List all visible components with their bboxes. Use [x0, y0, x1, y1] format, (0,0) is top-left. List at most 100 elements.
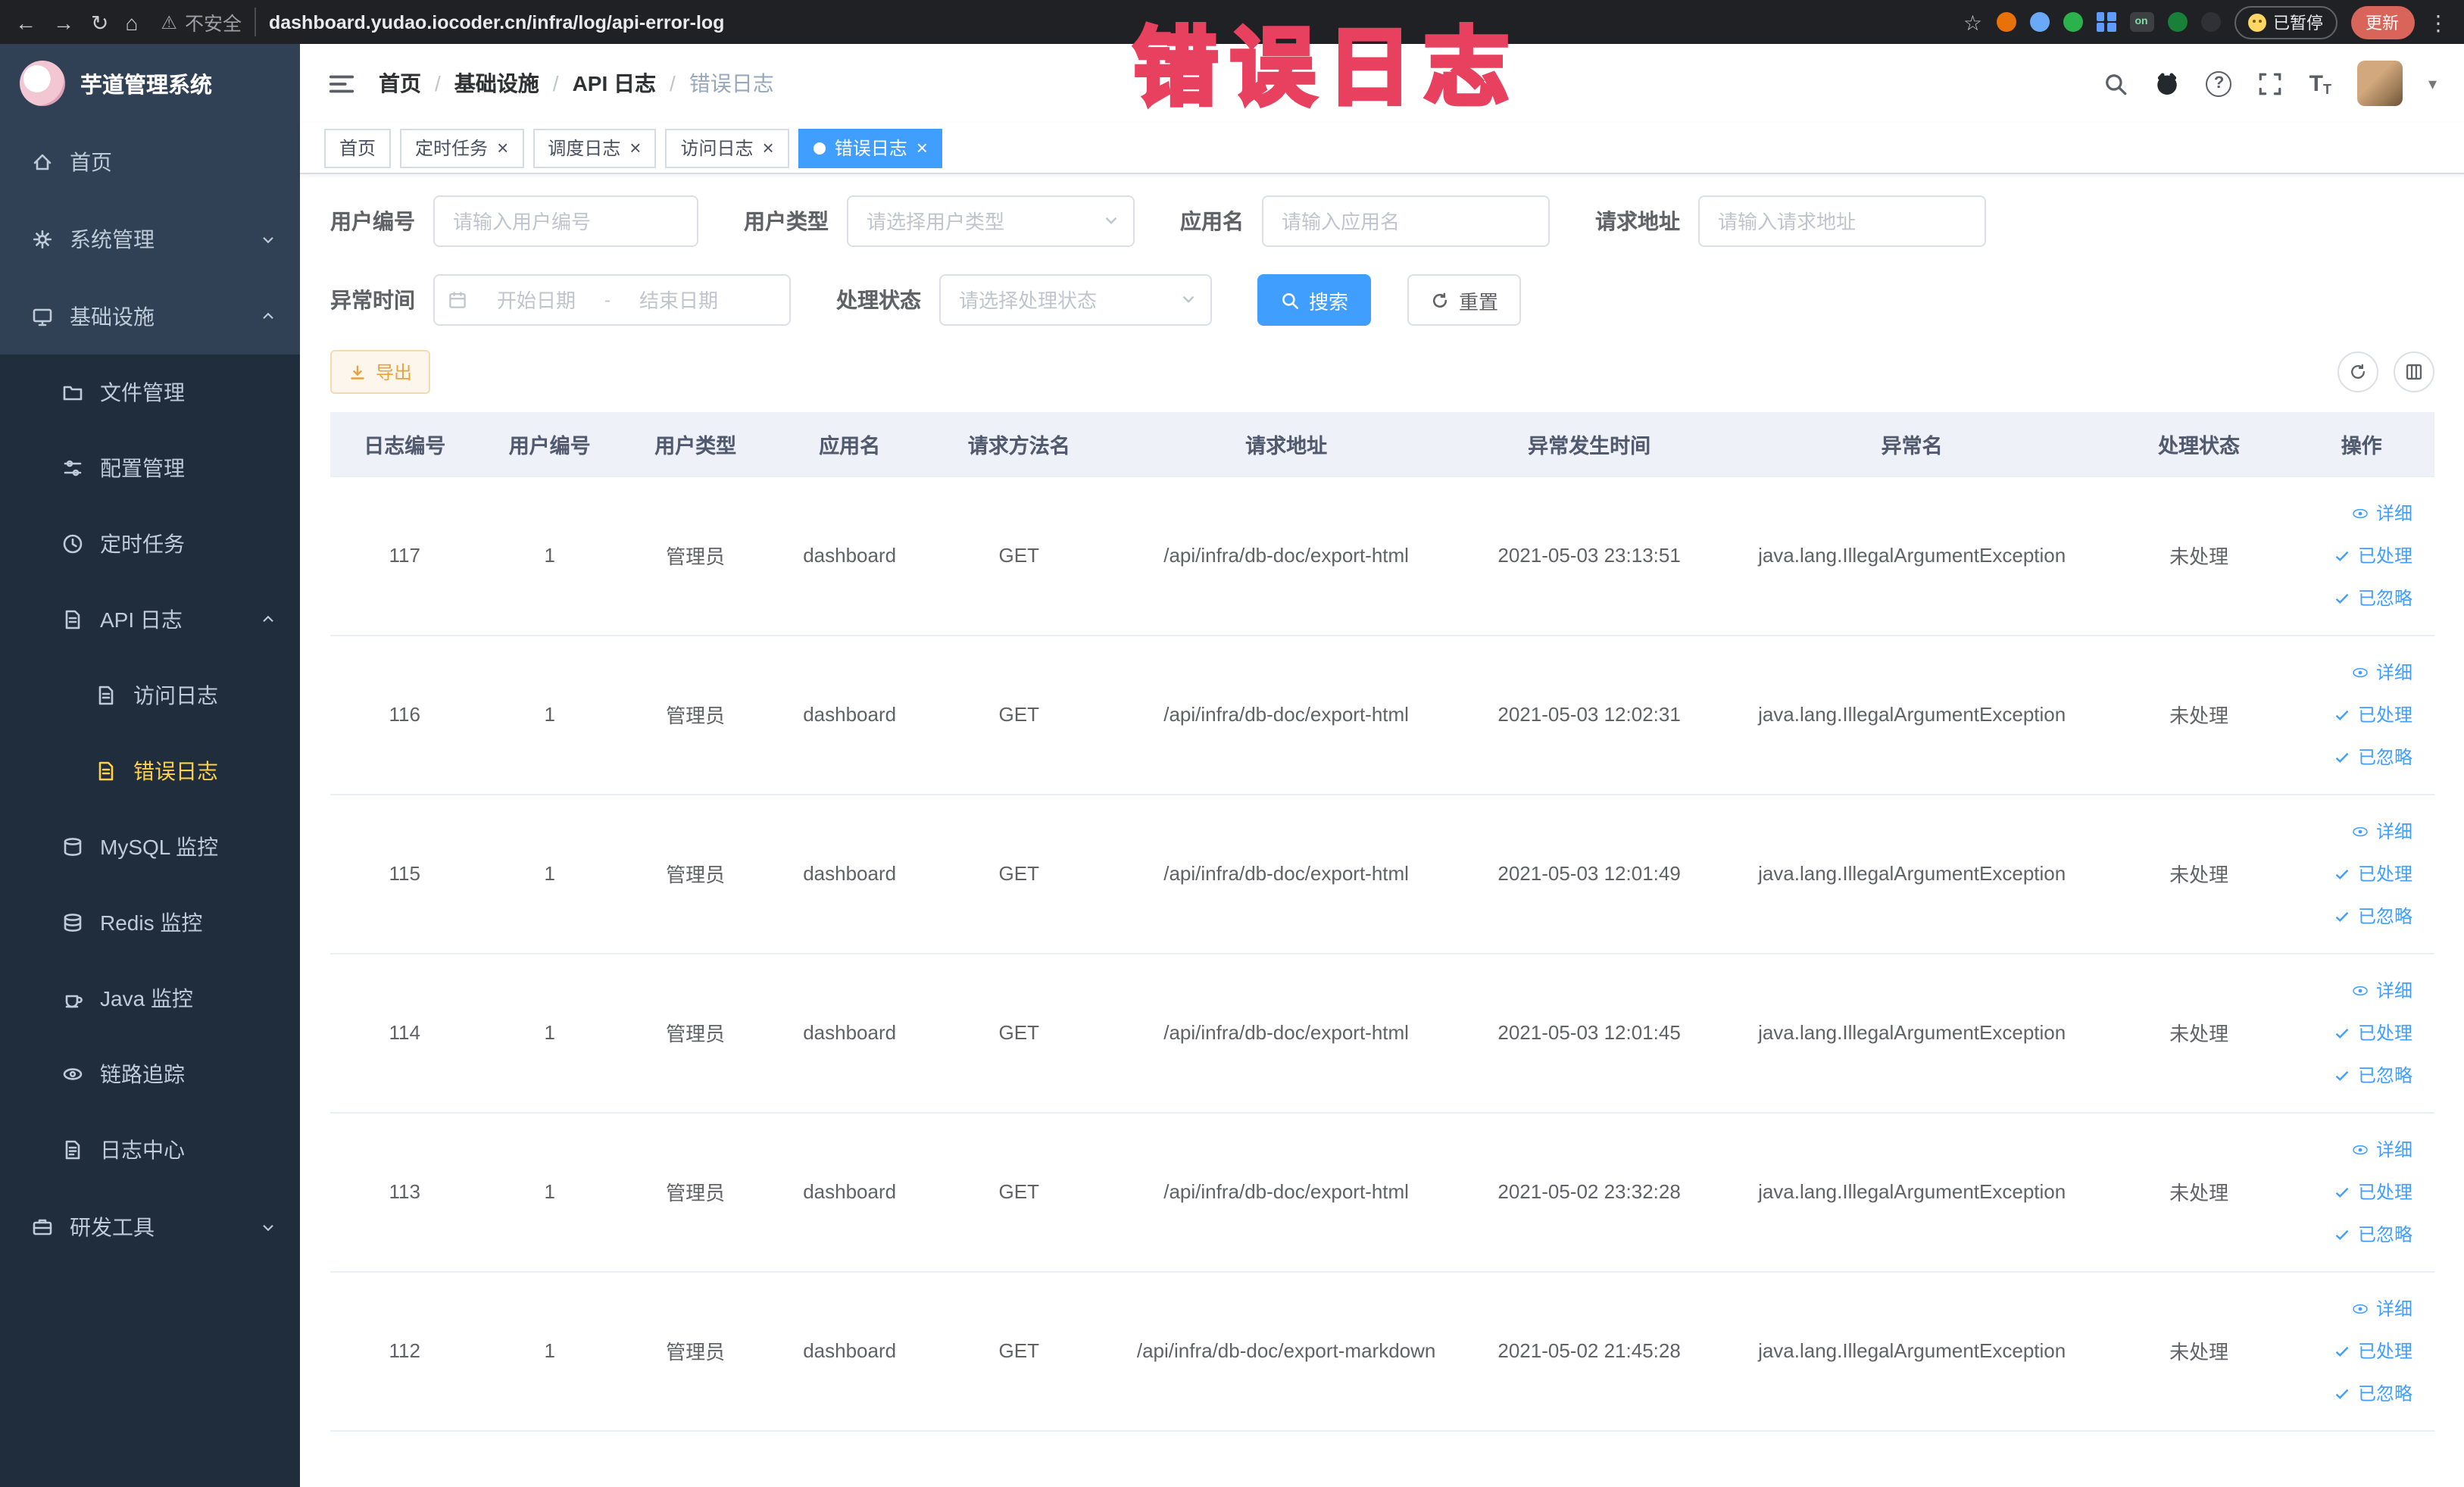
detail-link[interactable]: 详细: [2295, 492, 2434, 534]
breadcrumb-item[interactable]: API 日志: [573, 68, 656, 98]
mark-ignored-link[interactable]: 已忽略: [2295, 895, 2434, 937]
check-icon: [2336, 709, 2350, 720]
sidebar-item-label: 错误日志: [133, 759, 218, 783]
breadcrumb-item[interactable]: 基础设施: [454, 68, 539, 98]
mark-ignored-link[interactable]: 已忽略: [2295, 1213, 2434, 1255]
extension-icon-blue[interactable]: [2029, 12, 2049, 32]
sidebar-item-system[interactable]: 系统管理: [0, 200, 300, 277]
close-icon[interactable]: ×: [497, 138, 508, 158]
url-text[interactable]: dashboard.yudao.iocoder.cn/infra/log/api…: [269, 11, 724, 33]
sidebar-item-access-log[interactable]: 访问日志: [0, 658, 300, 733]
tab-access-log[interactable]: 访问日志 ×: [665, 128, 789, 167]
hamburger-icon[interactable]: [327, 69, 356, 98]
check-icon: [2336, 868, 2350, 879]
sidebar-item-mysql-monitor[interactable]: MySQL 监控: [0, 809, 300, 885]
tab-scheduled-task[interactable]: 定时任务 ×: [400, 128, 524, 167]
font-size-icon[interactable]: TT: [2309, 70, 2331, 96]
extension-icon-leaf[interactable]: [2167, 12, 2187, 32]
mark-processed-link[interactable]: 已处理: [2295, 1011, 2434, 1054]
app-name-input[interactable]: [1262, 195, 1550, 247]
tab-error-log[interactable]: 错误日志 ×: [798, 128, 943, 167]
user-type-select[interactable]: [847, 195, 1135, 247]
extension-icon-on-badge[interactable]: on: [2129, 12, 2153, 32]
mark-ignored-link[interactable]: 已忽略: [2295, 1054, 2434, 1096]
github-icon[interactable]: [2155, 70, 2181, 96]
process-status-select[interactable]: [939, 274, 1212, 326]
mark-processed-link[interactable]: 已处理: [2295, 1329, 2434, 1372]
reset-button[interactable]: 重置: [1407, 274, 1522, 326]
paused-extension-button[interactable]: 已暂停: [2234, 5, 2337, 39]
sidebar-item-java-monitor[interactable]: Java 监控: [0, 961, 300, 1036]
extension-icon-green[interactable]: [2063, 12, 2082, 32]
request-url-input[interactable]: [1698, 195, 1986, 247]
browser-update-button[interactable]: 更新: [2350, 5, 2414, 39]
sidebar-item-home[interactable]: 首页: [0, 123, 300, 200]
sidebar-item-dev-tools[interactable]: 研发工具: [0, 1188, 300, 1265]
browser-extensions: ☆ on 已暂停 更新 ⋮: [1963, 5, 2449, 39]
mark-processed-link[interactable]: 已处理: [2295, 693, 2434, 736]
sidebar-item-error-log[interactable]: 错误日志: [0, 733, 300, 809]
doc-icon: [98, 686, 114, 705]
fullscreen-icon[interactable]: [2258, 70, 2284, 96]
extension-icon-paw[interactable]: [2200, 12, 2220, 32]
help-icon[interactable]: ?: [2206, 70, 2232, 96]
back-icon[interactable]: ←: [15, 11, 36, 33]
refresh-table-button[interactable]: [2337, 351, 2378, 392]
detail-link[interactable]: 详细: [2295, 1287, 2434, 1329]
detail-link[interactable]: 详细: [2295, 1128, 2434, 1170]
user-avatar[interactable]: [2356, 61, 2403, 106]
detail-link[interactable]: 详细: [2295, 969, 2434, 1011]
detail-link[interactable]: 详细: [2295, 810, 2434, 852]
close-icon[interactable]: ×: [629, 138, 641, 158]
search-button[interactable]: 搜索: [1257, 274, 1372, 326]
mark-processed-link[interactable]: 已处理: [2295, 534, 2434, 576]
extension-icon-grid[interactable]: [2096, 12, 2116, 32]
security-chip[interactable]: ⚠ 不安全: [161, 8, 257, 36]
reload-icon[interactable]: ↻: [91, 11, 108, 33]
cell-time: 2021-05-02 21:45:28: [1463, 1271, 1716, 1431]
avatar-caret-icon[interactable]: ▾: [2428, 73, 2437, 93]
eye-icon: [2353, 826, 2369, 836]
browser-menu-icon[interactable]: ⋮: [2428, 11, 2449, 33]
breadcrumb-item[interactable]: 首页: [379, 68, 421, 98]
sidebar-item-file-manage[interactable]: 文件管理: [0, 355, 300, 430]
sidebar-item-config-manage[interactable]: 配置管理: [0, 430, 300, 506]
sidebar-item-label: 系统管理: [70, 226, 155, 251]
date-range-picker[interactable]: -: [433, 274, 791, 326]
sidebar-item-trace[interactable]: 链路追踪: [0, 1036, 300, 1112]
cell-method: GET: [928, 1112, 1110, 1272]
app-logo[interactable]: 芋道管理系统: [0, 44, 300, 123]
extension-icon-orange[interactable]: [1996, 12, 2016, 32]
browser-home-icon[interactable]: ⌂: [125, 11, 138, 33]
end-date-input[interactable]: [617, 289, 741, 311]
column-settings-button[interactable]: [2393, 351, 2434, 392]
cell-exception: java.lang.IllegalArgumentException: [1715, 1112, 2109, 1272]
search-icon[interactable]: [2103, 70, 2129, 96]
sidebar-item-scheduled-task[interactable]: 定时任务: [0, 506, 300, 582]
sidebar-item-log-center[interactable]: 日志中心: [0, 1112, 300, 1188]
start-date-input[interactable]: [474, 289, 598, 311]
bookmark-star-icon[interactable]: ☆: [1963, 11, 1982, 33]
close-icon[interactable]: ×: [763, 138, 774, 158]
clock-icon: [63, 534, 83, 554]
mark-processed-link[interactable]: 已处理: [2295, 1170, 2434, 1213]
forward-icon[interactable]: →: [53, 11, 74, 33]
mark-ignored-link[interactable]: 已忽略: [2295, 576, 2434, 619]
sidebar-item-api-log[interactable]: API 日志: [0, 582, 300, 658]
export-button[interactable]: 导出: [330, 350, 431, 394]
tab-dispatch-log[interactable]: 调度日志 ×: [532, 128, 657, 167]
mark-processed-link[interactable]: 已处理: [2295, 852, 2434, 895]
user-id-input[interactable]: [433, 195, 698, 247]
cell-time: 2021-05-03 12:01:49: [1463, 794, 1716, 954]
sidebar-item-infra[interactable]: 基础设施: [0, 277, 300, 355]
check-icon: [2336, 751, 2350, 762]
mark-ignored-link[interactable]: 已忽略: [2295, 1372, 2434, 1414]
detail-link[interactable]: 详细: [2295, 651, 2434, 693]
mark-ignored-link[interactable]: 已忽略: [2295, 736, 2434, 778]
tab-home[interactable]: 首页: [324, 128, 392, 167]
table-row: 117 1 管理员 dashboard GET /api/infra/db-do…: [330, 476, 2434, 636]
cell-status: 未处理: [2108, 794, 2290, 954]
close-icon[interactable]: ×: [917, 138, 928, 158]
sidebar-item-redis-monitor[interactable]: Redis 监控: [0, 885, 300, 961]
address-bar[interactable]: ⚠ 不安全 dashboard.yudao.iocoder.cn/infra/l…: [161, 8, 1940, 36]
